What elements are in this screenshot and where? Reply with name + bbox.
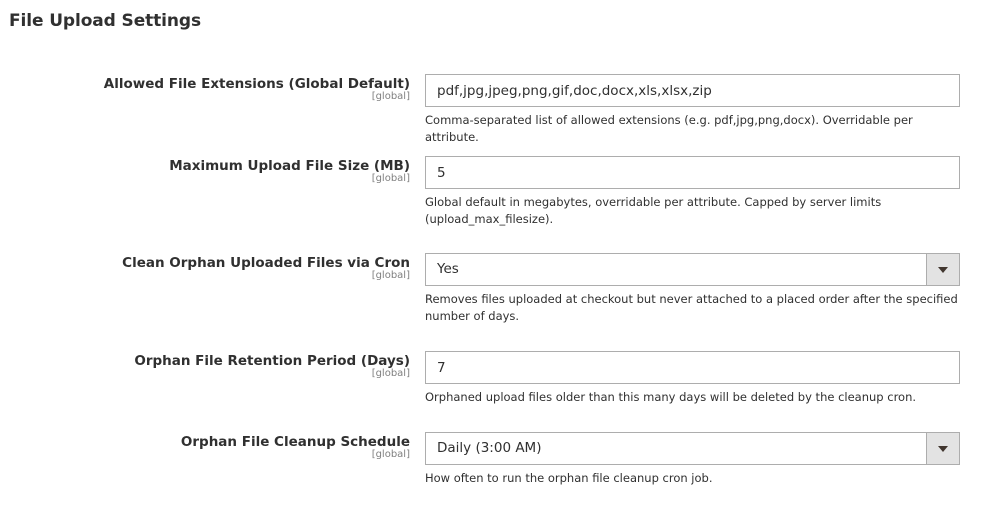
allowed-extensions-note: Comma-separated list of allowed extensio… — [425, 113, 913, 144]
select-dropdown-button[interactable] — [926, 433, 959, 464]
max-file-size-note: Global default in megabytes, overridable… — [425, 195, 882, 226]
retention-period-note: Orphaned upload files older than this ma… — [425, 390, 917, 404]
clean-orphan-select[interactable]: Yes — [425, 253, 960, 286]
field-label-block: Orphan File Cleanup Schedule [global] — [0, 434, 410, 461]
chevron-down-icon — [938, 446, 948, 452]
select-dropdown-button[interactable] — [926, 254, 959, 285]
clean-orphan-note: Removes files uploaded at checkout but n… — [425, 292, 958, 323]
section-title: File Upload Settings — [9, 11, 201, 31]
cleanup-schedule-note: How often to run the orphan file cleanup… — [425, 471, 713, 485]
cleanup-schedule-select[interactable]: Daily (3:00 AM) — [425, 432, 960, 465]
cleanup-schedule-selected-value: Daily (3:00 AM) — [437, 440, 542, 456]
clean-orphan-selected-value: Yes — [437, 261, 459, 277]
field-label-block: Allowed File Extensions (Global Default)… — [0, 76, 410, 103]
field-label-block: Maximum Upload File Size (MB) [global] — [0, 158, 410, 185]
max-file-size-input[interactable] — [425, 156, 960, 189]
allowed-extensions-input[interactable] — [425, 74, 960, 107]
retention-period-input[interactable] — [425, 351, 960, 384]
field-label-block: Orphan File Retention Period (Days) [glo… — [0, 353, 410, 380]
field-label-block: Clean Orphan Uploaded Files via Cron [gl… — [0, 255, 410, 282]
chevron-down-icon — [938, 267, 948, 273]
